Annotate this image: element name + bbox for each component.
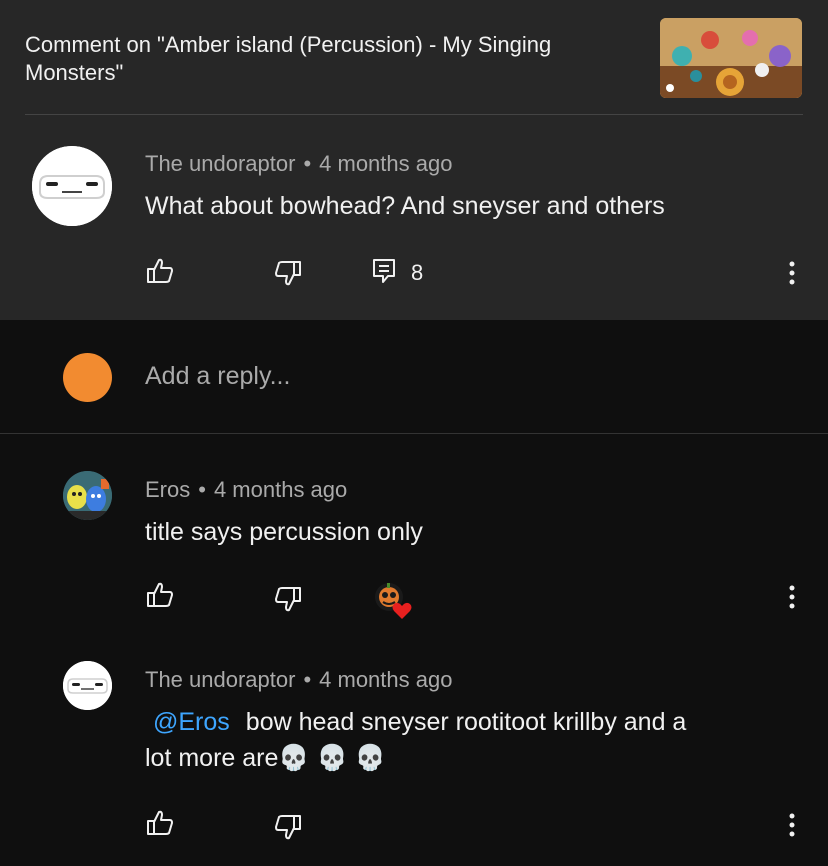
separator-dot: • <box>303 667 312 692</box>
add-reply-row[interactable] <box>0 320 828 433</box>
reply-text-body: lot more are <box>145 744 279 772</box>
reply-text: @Eros bow head sneyser rootitoot krillby … <box>145 704 785 776</box>
more-options-button[interactable] <box>775 256 809 290</box>
more-vert-icon <box>788 584 796 610</box>
more-vert-icon <box>788 812 796 838</box>
creator-heart-badge <box>372 580 412 620</box>
reply-time: 4 months ago <box>319 667 453 692</box>
header-divider <box>25 114 803 115</box>
avatar[interactable] <box>32 146 112 226</box>
skull-emoji: 💀 💀 💀 <box>278 744 386 772</box>
reply-time: 4 months ago <box>213 477 348 502</box>
dislike-button[interactable] <box>271 582 305 616</box>
dislike-button[interactable] <box>271 810 305 844</box>
more-options-button[interactable] <box>775 580 809 614</box>
reply-text-line-2: lot more are💀 💀 💀 <box>145 740 785 776</box>
avatar[interactable] <box>63 661 112 710</box>
reply-author[interactable]: Eros <box>145 477 190 502</box>
reply-author-line: Eros • 4 months ago <box>145 477 347 503</box>
video-thumbnail[interactable] <box>660 18 802 98</box>
reply-count[interactable]: 8 <box>411 260 423 286</box>
separator-dot: • <box>198 477 206 502</box>
reply-author[interactable]: The undoraptor <box>145 667 295 692</box>
reply-text-body: bow head sneyser rootitoot krillby and a <box>245 708 687 736</box>
reply-text: title says percussion only <box>145 518 423 546</box>
comment-author[interactable]: The undoraptor <box>145 151 295 176</box>
comment-author-line: The undoraptor • 4 months ago <box>145 151 452 177</box>
thumb-up-icon <box>145 808 175 838</box>
thumb-up-icon <box>145 256 175 286</box>
more-vert-icon <box>788 260 796 286</box>
separator-dot: • <box>303 151 312 176</box>
reply-author-line: The undoraptor • 4 months ago <box>145 667 452 693</box>
replies-icon <box>371 257 397 285</box>
page-title: Comment on "Amber island (Percussion) - … <box>25 32 552 85</box>
replies-button[interactable] <box>367 254 401 288</box>
like-button[interactable] <box>143 806 177 840</box>
dislike-button[interactable] <box>271 256 305 290</box>
avatar[interactable] <box>63 471 112 520</box>
user-avatar <box>63 353 112 402</box>
reply-text-line-1: @Eros bow head sneyser rootitoot krillby … <box>145 704 785 740</box>
like-button[interactable] <box>143 254 177 288</box>
comment-time: 4 months ago <box>319 151 453 176</box>
thumb-up-icon <box>145 580 175 610</box>
comment-text: What about bowhead? And sneyser and othe… <box>145 192 665 220</box>
mention-link[interactable]: @Eros <box>153 708 230 736</box>
thumb-down-icon <box>273 584 303 614</box>
more-options-button[interactable] <box>775 808 809 842</box>
reply-divider <box>0 433 828 434</box>
thumb-down-icon <box>273 812 303 842</box>
heart-icon <box>392 602 412 619</box>
like-button[interactable] <box>143 578 177 612</box>
thumb-down-icon <box>273 258 303 288</box>
add-reply-input[interactable]: Add a reply... <box>145 362 290 391</box>
